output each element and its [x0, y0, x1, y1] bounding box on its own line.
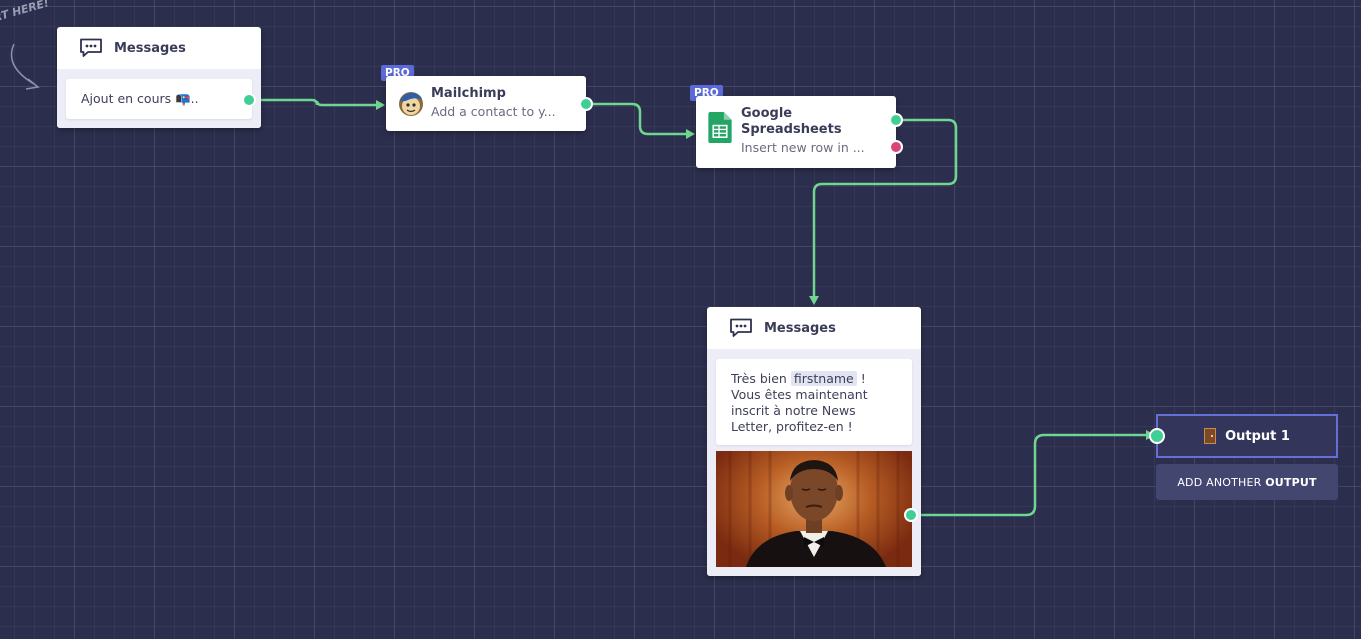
output-1-box[interactable]: Output 1	[1156, 414, 1338, 458]
message-bubble[interactable]: Ajout en cours 📭..	[66, 79, 252, 119]
add-another-output-button[interactable]: ADD ANOTHER OUTPUT	[1156, 464, 1338, 500]
variable-chip-firstname[interactable]: firstname	[790, 371, 857, 386]
google-sheets-text: Google Spreadsheets Insert new row in ..…	[741, 106, 881, 156]
gif-image[interactable]	[716, 451, 912, 567]
door-icon	[1204, 428, 1217, 444]
google-sheets-node[interactable]: Google Spreadsheets Insert new row in ..…	[696, 96, 903, 168]
node-body: Ajout en cours 📭..	[57, 69, 261, 128]
node-title: Mailchimp	[431, 86, 506, 101]
node-header: Messages	[57, 27, 261, 69]
person-image	[728, 451, 900, 567]
node-title-line1: Google	[741, 106, 793, 121]
message-text-start: Très bien	[731, 371, 791, 386]
node-title-line2: Spreadsheets	[741, 122, 842, 137]
output-port[interactable]	[242, 93, 256, 107]
add-output-label-prefix: ADD ANOTHER	[1177, 475, 1266, 489]
start-here-hint: RT HERE!	[0, 0, 51, 25]
chat-icon	[80, 38, 102, 57]
chat-icon	[730, 318, 752, 337]
connection-messages-to-mailchimp[interactable]	[250, 98, 385, 110]
output-input-port[interactable]	[1149, 428, 1165, 444]
flow-canvas[interactable]: RT HERE! Messages Ajout en cours 📭.. PRO	[0, 0, 1361, 639]
mailchimp-logo-icon	[399, 92, 423, 116]
node-header: Messages	[707, 307, 921, 349]
node-subtitle: Add a contact to y...	[431, 104, 556, 119]
error-output-port[interactable]	[889, 140, 903, 154]
output-label: Output 1	[1225, 428, 1290, 444]
connection-messages-to-output[interactable]	[913, 430, 1155, 517]
messages-node-end[interactable]: Messages Très bien firstname ! Vous êtes…	[707, 307, 921, 576]
connection-mailchimp-to-sheets[interactable]	[587, 102, 695, 139]
output-port[interactable]	[579, 97, 593, 111]
google-sheets-icon	[708, 112, 732, 143]
mailchimp-node[interactable]: Mailchimp Add a contact to y...	[386, 76, 593, 131]
success-output-port[interactable]	[889, 113, 903, 127]
messages-node-start[interactable]: Messages Ajout en cours 📭..	[57, 27, 261, 128]
message-text: Ajout en cours 📭..	[81, 91, 199, 106]
output-port[interactable]	[904, 508, 918, 522]
message-bubble[interactable]: Très bien firstname ! Vous êtes maintena…	[716, 359, 912, 445]
node-title: Messages	[114, 40, 186, 56]
node-title: Messages	[764, 320, 836, 336]
add-output-label-bold: OUTPUT	[1265, 475, 1317, 489]
node-body: Très bien firstname ! Vous êtes maintena…	[707, 349, 921, 576]
node-subtitle: Insert new row in ...	[741, 140, 865, 155]
mailchimp-text: Mailchimp Add a contact to y...	[431, 86, 571, 120]
start-hint-arrow	[10, 43, 35, 85]
